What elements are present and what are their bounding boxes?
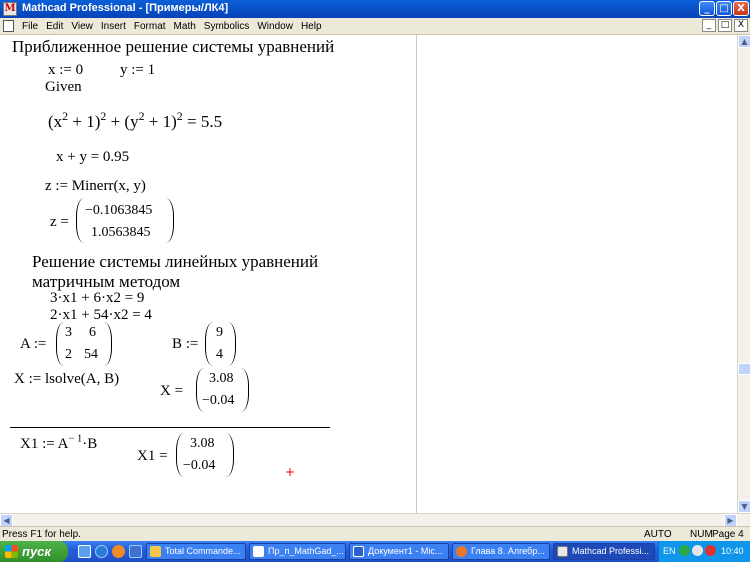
menu-file[interactable]: File [18,20,42,33]
tray-volume-icon[interactable] [692,545,703,556]
b-vector-cell: 4 [216,347,223,362]
z-result-label[interactable]: z = [50,215,69,230]
x1-result-vector[interactable]: 3.08 −0.04 [176,433,234,477]
z-definition[interactable]: z := Minerr(x, y) [45,179,146,194]
menu-symbolics[interactable]: Symbolics [200,20,254,33]
z-result-vector[interactable]: −0.1063845 1.0563845 [76,198,174,243]
worksheet[interactable]: Приближенное решение системы уравнений x… [0,35,737,513]
maximize-button[interactable]: □ [716,1,732,16]
status-calc-mode: AUTO [644,529,672,540]
menu-view[interactable]: View [67,20,97,33]
region-separator-line [10,427,330,428]
firefox-icon [456,546,467,557]
status-numlock: NUM [690,529,713,540]
taskbar-word-document[interactable]: Документ1 - Mic... [349,543,449,560]
doc-restore-button[interactable]: □ [718,19,732,32]
clock: 10:40 [721,546,744,556]
heading-matrix-method-2[interactable]: матричным методом [32,273,180,290]
menu-insert[interactable]: Insert [97,20,130,33]
x-definition[interactable]: x := 0 [48,63,83,78]
status-bar: Press F1 for help. AUTO NUM Page 4 [0,526,750,541]
b-vector-cell: 9 [216,325,223,340]
scroll-up-arrow-icon[interactable]: ▲ [738,35,750,48]
taskbar-mathgad-doc[interactable]: Пр_п_MathGad_... [249,543,346,560]
equation-1[interactable]: (x2 + 1)2 + (y2 + 1)2 = 5.5 [48,110,222,130]
menu-window[interactable]: Window [253,20,297,33]
b-vector[interactable]: 9 4 [205,322,236,366]
equation-2[interactable]: x + y = 0.95 [56,150,129,165]
window-title: Mathcad Professional - [Примеры/ЛК4] [22,2,229,14]
mathcad-logo-icon[interactable]: M [3,2,17,16]
document-icon[interactable] [3,20,14,32]
b-definition-label[interactable]: B := [172,337,198,352]
minimize-button[interactable]: _ [699,1,715,16]
x1-vector-cell: −0.04 [183,458,216,473]
page-break-line [416,35,417,513]
total-commander-icon [150,546,161,557]
word-document-icon [253,546,264,557]
x1-inverse-definition[interactable]: X1 := A− 1·B [20,434,97,452]
scroll-down-arrow-icon[interactable]: ▼ [738,500,750,513]
a-matrix-cell: 3 [65,325,72,340]
a-matrix-cell: 54 [84,347,98,362]
system-tray: EN 10:40 [658,541,750,562]
menu-format[interactable]: Format [130,20,170,33]
horizontal-scrollbar[interactable]: ◀ ▶ [0,513,750,527]
linear-equation-2[interactable]: 2·x1 + 54·x2 = 4 [50,308,152,323]
z-vector-cell: −0.1063845 [85,203,153,218]
status-help-text: Press F1 for help. [2,529,81,540]
word-app-icon [353,546,364,557]
a-matrix-cell: 2 [65,347,72,362]
doc-minimize-button[interactable]: _ [702,19,716,32]
taskbar-browser-chapter[interactable]: Глава 8. Алгебр... [452,543,550,560]
status-page-number: Page 4 [712,529,744,540]
language-indicator[interactable]: EN [663,546,676,556]
y-definition[interactable]: y := 1 [120,63,155,78]
x-vector-cell: 3.08 [209,371,234,386]
a-matrix-cell: 6 [89,325,96,340]
crosshair-cursor: + [285,465,296,479]
menu-bar: File Edit View Insert Format Math Symbol… [0,18,750,35]
vertical-scroll-thumb[interactable] [738,363,750,375]
title-bar: M Mathcad Professional - [Примеры/ЛК4] _… [0,0,750,18]
start-button[interactable]: пуск [0,541,68,562]
taskbar-total-commander[interactable]: Total Commande... [146,543,246,560]
a-definition-label[interactable]: A := [20,337,46,352]
x-result-label[interactable]: X = [160,384,183,399]
media-player-icon[interactable] [112,545,125,558]
mathcad-icon [557,546,568,557]
quicklaunch-extra-icon[interactable] [129,545,142,558]
a-matrix[interactable]: 3 6 2 54 [56,322,112,366]
menu-math[interactable]: Math [170,20,200,33]
z-vector-cell: 1.0563845 [91,225,151,240]
close-button[interactable]: X [733,1,749,16]
windows-logo-icon [5,545,18,558]
linear-equation-1[interactable]: 3·x1 + 6·x2 = 9 [50,291,144,306]
tray-antivirus-icon[interactable] [705,545,716,556]
x-lsolve-definition[interactable]: X := lsolve(A, B) [14,372,119,387]
windows-taskbar: пуск Total Commande... Пр_п_MathGad_... … [0,541,750,562]
menu-edit[interactable]: Edit [42,20,67,33]
internet-explorer-icon[interactable] [95,545,108,558]
x-result-vector[interactable]: 3.08 −0.04 [196,368,249,412]
menu-help[interactable]: Help [297,20,326,33]
show-desktop-icon[interactable] [78,545,91,558]
vertical-scrollbar[interactable]: ▲ ▼ [737,35,750,513]
x-vector-cell: −0.04 [202,393,235,408]
x1-result-label[interactable]: X1 = [137,449,168,464]
taskbar-mathcad[interactable]: Mathcad Professi... [553,543,655,560]
heading-approx-solution[interactable]: Приближенное решение системы уравнений [12,38,334,55]
tray-network-icon[interactable] [679,545,690,556]
x1-vector-cell: 3.08 [190,436,215,451]
heading-matrix-method-1[interactable]: Решение системы линейных уравнений [32,253,318,270]
doc-close-button[interactable]: X [734,19,748,32]
given-keyword[interactable]: Given [45,80,82,95]
